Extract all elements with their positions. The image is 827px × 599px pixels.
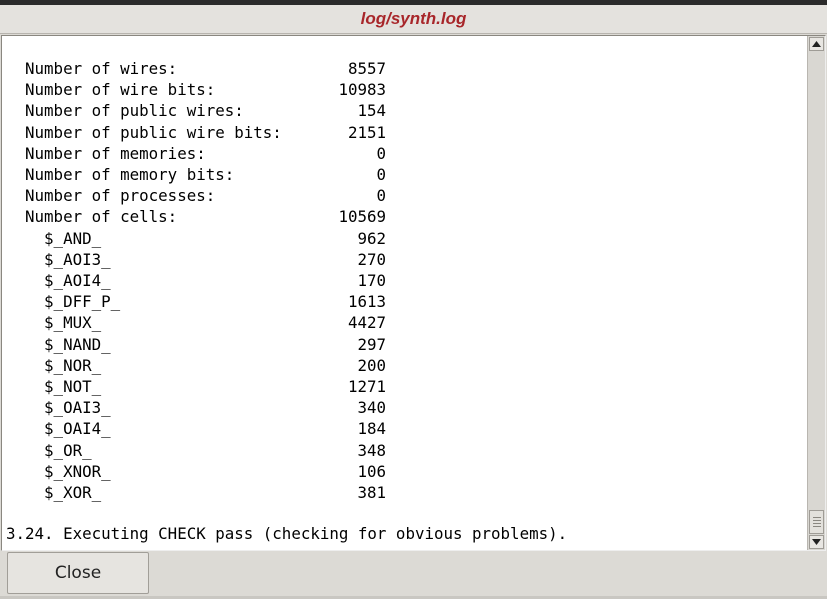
stat-value: 106 — [357, 461, 386, 481]
stat-value: 200 — [357, 355, 386, 375]
stat-label: $_AOI4_ — [6, 271, 111, 290]
window-title: log/synth.log — [360, 9, 467, 28]
stat-value: 8557 — [347, 59, 386, 78]
close-button[interactable]: Close — [7, 552, 149, 594]
log-stat-line: $_NAND_ 297 — [6, 334, 406, 355]
stat-value: 340 — [357, 398, 386, 418]
log-stat-line: Number of cells: 10569 — [6, 206, 406, 227]
log-stat-line: Number of wires: 8557 — [6, 58, 406, 79]
stat-label: Number of cells: — [6, 207, 178, 227]
log-stat-line: $_OAI4_ 184 — [6, 418, 406, 439]
scrollbar-thumb[interactable] — [809, 510, 824, 534]
stat-value: 154 — [357, 101, 386, 121]
stat-value: 170 — [357, 271, 386, 290]
stat-label: $_OAI4_ — [6, 419, 111, 439]
section-heading-line: 3.24. Executing CHECK pass (checking for… — [6, 524, 568, 543]
stat-label: $_AOI3_ — [6, 249, 111, 269]
log-stat-line: $_XOR_ 381 — [6, 482, 406, 503]
stat-label: $_DFF_P_ — [6, 292, 121, 312]
log-text-area[interactable]: Number of wires: 8557 Number of wire bits… — [2, 36, 808, 550]
log-stat-line: Number of memories: 0 — [6, 143, 406, 164]
log-stat-line: Number of public wires: 154 — [6, 100, 406, 121]
log-stat-line: Number of memory bits: 0 — [6, 164, 406, 185]
stat-value: 4427 — [347, 313, 386, 333]
stat-value: 1613 — [347, 292, 386, 312]
stat-value: 297 — [357, 334, 386, 354]
stat-value: 0 — [376, 186, 386, 206]
stat-label: Number of memories: — [6, 143, 206, 163]
stat-label: Number of memory bits: — [6, 165, 235, 184]
stat-label: $_AND_ — [6, 228, 102, 248]
log-stat-line: $_MUX_ 4427 — [6, 312, 406, 333]
stat-label: Number of wire bits: — [6, 80, 216, 100]
stat-value: 1271 — [347, 377, 386, 396]
log-stat-line: $_NOT_ 1271 — [6, 376, 406, 397]
scroll-up-arrow-icon[interactable] — [809, 37, 824, 51]
stat-label: $_NOR_ — [6, 355, 102, 375]
stat-label: $_XOR_ — [6, 483, 102, 502]
log-stat-line: $_NOR_ 200 — [6, 355, 406, 376]
stat-value: 270 — [357, 249, 386, 269]
stat-value: 2151 — [347, 122, 386, 142]
log-stat-line: $_AND_ 962 — [6, 228, 406, 249]
stat-value: 10983 — [338, 80, 386, 100]
stat-label: Number of processes: — [6, 186, 216, 206]
stat-value: 381 — [357, 483, 386, 502]
stat-label: $_NAND_ — [6, 334, 111, 354]
stat-value: 348 — [357, 440, 386, 460]
stat-label: $_OR_ — [6, 440, 92, 460]
log-stat-line: $_AOI4_ 170 — [6, 270, 406, 291]
stat-label: Number of public wire bits: — [6, 122, 282, 142]
stat-label: Number of wires: — [6, 59, 178, 78]
stat-label: $_XNOR_ — [6, 461, 111, 481]
stat-label: $_MUX_ — [6, 313, 102, 333]
log-stat-line: $_XNOR_ 106 — [6, 461, 406, 482]
scroll-down-arrow-icon[interactable] — [809, 535, 824, 549]
stat-label: Number of public wires: — [6, 101, 244, 121]
stat-value: 184 — [357, 419, 386, 439]
stat-value: 0 — [376, 165, 386, 184]
log-stat-line: $_OR_ 348 — [6, 440, 406, 461]
log-stat-line: Number of wire bits: 10983 — [6, 79, 406, 100]
stat-label: $_OAI3_ — [6, 398, 111, 418]
vertical-scrollbar[interactable] — [807, 36, 825, 550]
log-stat-line: Number of processes: 0 — [6, 185, 406, 206]
stat-label: $_NOT_ — [6, 377, 102, 396]
stat-value: 0 — [376, 143, 386, 163]
stat-value: 962 — [357, 228, 386, 248]
title-bar: log/synth.log — [0, 5, 827, 34]
stat-value: 10569 — [338, 207, 386, 227]
log-stat-line: $_DFF_P_ 1613 — [6, 291, 406, 312]
log-stat-line: $_AOI3_ 270 — [6, 249, 406, 270]
log-stat-line: Number of public wire bits: 2151 — [6, 122, 406, 143]
log-text-view[interactable]: Number of wires: 8557 Number of wire bits… — [1, 35, 826, 551]
log-stat-line: $_OAI3_ 340 — [6, 397, 406, 418]
